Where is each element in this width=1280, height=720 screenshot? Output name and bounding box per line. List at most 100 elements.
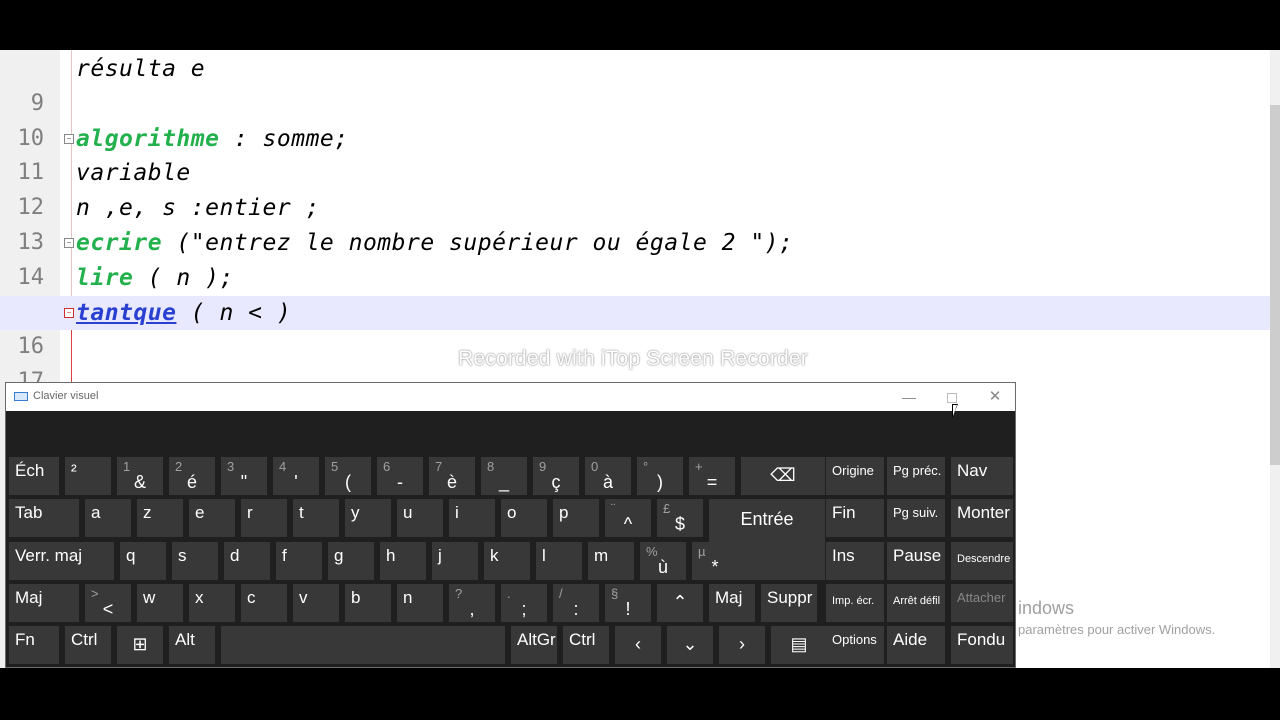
code-line[interactable]: 14 − ecrire ("entrez le nombre supérieur…: [0, 226, 1270, 290]
key-row5-4[interactable]: [221, 626, 505, 664]
key-row4-7[interactable]: n: [397, 584, 443, 622]
key-row1-6[interactable]: 5(: [325, 457, 371, 495]
code-line[interactable]: 9 résulta e: [0, 52, 1270, 116]
key-row3-0[interactable]: Verr. maj: [9, 542, 114, 580]
fold-toggle-icon[interactable]: −: [64, 307, 74, 318]
key-row1-4[interactable]: 3 ": [221, 457, 267, 495]
key-row5-1[interactable]: Ctrl: [65, 626, 111, 664]
key-row1-3[interactable]: 2é: [169, 457, 215, 495]
key-row4-10[interactable]: /:: [553, 584, 599, 622]
key-row2-8[interactable]: i: [449, 499, 495, 537]
key-row5-7[interactable]: ‹: [615, 626, 661, 664]
key-row5-2[interactable]: ⊞: [117, 626, 163, 664]
code-line[interactable]: 12 variable: [0, 156, 1270, 220]
key-row1-10[interactable]: 9ç: [533, 457, 579, 495]
key-row3-4[interactable]: f: [276, 542, 322, 580]
key-row2-12[interactable]: £ $: [657, 499, 703, 537]
key-row3-2[interactable]: s: [172, 542, 218, 580]
key-row1-7[interactable]: 6-: [377, 457, 423, 495]
nav-key-4-2[interactable]: Fondu: [951, 626, 1013, 664]
key-row2-5[interactable]: t: [293, 499, 339, 537]
key-row5-9[interactable]: ›: [719, 626, 765, 664]
nav-key-1-2[interactable]: Monter: [951, 499, 1013, 537]
key-row3-8[interactable]: k: [484, 542, 530, 580]
key-row5-5[interactable]: AltGr: [511, 626, 557, 664]
code-line[interactable]: 11 − algorithme : somme;: [0, 122, 1270, 186]
nav-key-3-2[interactable]: Attacher: [951, 584, 1013, 622]
key-row4-1[interactable]: > <: [85, 584, 131, 622]
nav-key-2-2[interactable]: Descendre: [951, 542, 1013, 580]
key-row2-10[interactable]: p: [553, 499, 599, 537]
code-line-current[interactable]: 16 − tantque ( n < ): [0, 295, 1270, 359]
nav-key-2-1[interactable]: Pause: [887, 542, 945, 580]
code-line[interactable]: 13 n ,e, s :entier ;: [0, 191, 1270, 255]
key-row4-11[interactable]: §!: [605, 584, 651, 622]
key-row3-5[interactable]: g: [328, 542, 374, 580]
key-row5-3[interactable]: Alt: [169, 626, 215, 664]
nav-key-4-0[interactable]: Options: [826, 626, 884, 664]
on-screen-keyboard[interactable]: Clavier visuel — ✕ Éch ² 1 & 2 é 3 " 4 ' 5(6-7 è 8 _ 9…: [5, 382, 1016, 668]
key-row5-0[interactable]: Fn: [9, 626, 59, 664]
code-line[interactable]: 15 lire ( n );: [0, 261, 1270, 325]
key-row1-12[interactable]: °): [637, 457, 683, 495]
key-row1-14[interactable]: ⌫: [741, 457, 825, 495]
key-row2-4[interactable]: r: [241, 499, 287, 537]
key-row4-4[interactable]: c: [241, 584, 287, 622]
nav-key-1-0[interactable]: Fin: [826, 499, 884, 537]
key-label: Fin: [832, 503, 856, 522]
code-line[interactable]: 10: [0, 87, 1270, 151]
key-row2-0[interactable]: Tab: [9, 499, 79, 537]
key-row1-1[interactable]: ²: [65, 457, 111, 495]
key-row5-10[interactable]: ▤: [771, 626, 827, 664]
key-row4-8[interactable]: ?,: [449, 584, 495, 622]
key-row5-8[interactable]: ⌄: [667, 626, 713, 664]
key-row2-2[interactable]: z: [137, 499, 183, 537]
nav-key-0-2[interactable]: Nav: [951, 457, 1013, 495]
key-row4-9[interactable]: .;: [501, 584, 547, 622]
key-row4-12[interactable]: ⌃: [657, 584, 703, 622]
key-row3-11[interactable]: % ù: [640, 542, 686, 580]
minimize-button[interactable]: —: [889, 385, 929, 409]
key-row2-1[interactable]: a: [85, 499, 131, 537]
nav-key-1-1[interactable]: Pg suiv.: [887, 499, 945, 537]
key-row1-11[interactable]: 0à: [585, 457, 631, 495]
key-row1-13[interactable]: + =: [689, 457, 735, 495]
key-row3-3[interactable]: d: [224, 542, 270, 580]
key-row1-5[interactable]: 4 ': [273, 457, 319, 495]
nav-key-4-1[interactable]: Aide: [887, 626, 945, 664]
key-row3-9[interactable]: l: [536, 542, 582, 580]
key-row3-10[interactable]: m: [588, 542, 634, 580]
key-row2-3[interactable]: e: [189, 499, 235, 537]
key-row4-5[interactable]: v: [293, 584, 339, 622]
keyboard-titlebar[interactable]: Clavier visuel — ✕: [6, 383, 1015, 418]
close-button[interactable]: ✕: [975, 385, 1015, 409]
nav-key-3-0[interactable]: Imp. écr.: [826, 584, 884, 622]
key-row1-2[interactable]: 1 &: [117, 457, 163, 495]
key-row2-11[interactable]: ¨ ^: [605, 499, 651, 537]
key-row4-6[interactable]: b: [345, 584, 391, 622]
key-row4-3[interactable]: x: [189, 584, 235, 622]
nav-key-0-1[interactable]: Pg préc.: [887, 457, 945, 495]
key-row3-7[interactable]: j: [432, 542, 478, 580]
fold-toggle-icon[interactable]: −: [64, 237, 74, 248]
key-row4-13[interactable]: Maj: [709, 584, 755, 622]
nav-key-3-1[interactable]: Arrêt défil: [887, 584, 945, 622]
key-row3-6[interactable]: h: [380, 542, 426, 580]
key-row1-0[interactable]: Éch: [9, 457, 59, 495]
fold-toggle-icon[interactable]: −: [64, 133, 74, 144]
key-row4-0[interactable]: Maj: [9, 584, 79, 622]
nav-key-2-0[interactable]: Ins: [826, 542, 884, 580]
key-row3-1[interactable]: q: [120, 542, 166, 580]
key-row1-8[interactable]: 7è: [429, 457, 475, 495]
nav-key-0-0[interactable]: Origine: [826, 457, 884, 495]
key-row2-7[interactable]: u: [397, 499, 443, 537]
key-row4-2[interactable]: w: [137, 584, 183, 622]
key-row4-14[interactable]: Suppr: [761, 584, 817, 622]
vertical-scrollbar[interactable]: [1270, 50, 1280, 668]
scrollbar-thumb[interactable]: [1270, 105, 1280, 465]
key-row2-6[interactable]: y: [345, 499, 391, 537]
key-row2-9[interactable]: o: [501, 499, 547, 537]
key-row5-6[interactable]: Ctrl: [563, 626, 609, 664]
key-row3-12[interactable]: µ *: [692, 542, 738, 580]
key-row1-9[interactable]: 8 _: [481, 457, 527, 495]
